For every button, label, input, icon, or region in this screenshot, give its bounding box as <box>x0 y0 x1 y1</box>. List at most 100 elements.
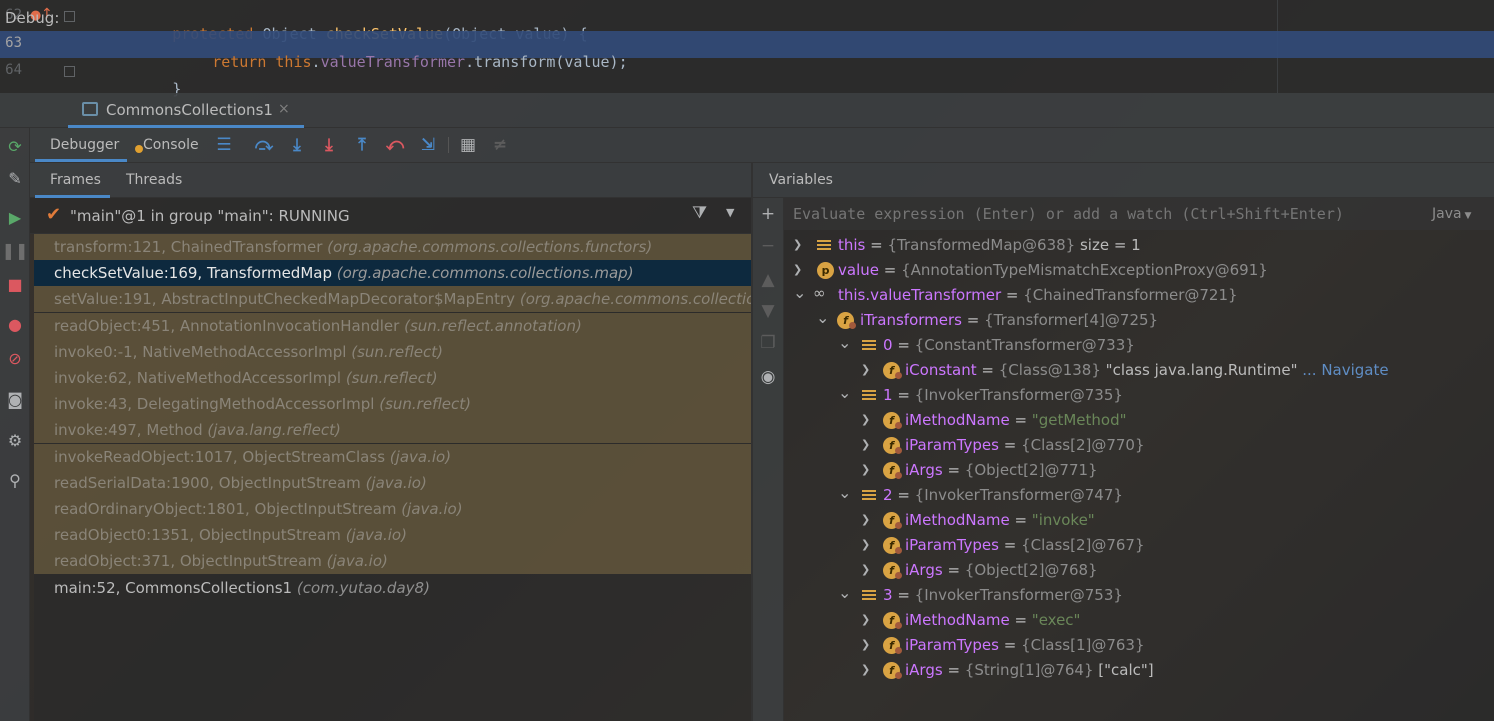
variable-text: iMethodName = "getMethod" <box>905 408 1126 433</box>
move-up-icon[interactable]: ▲ <box>758 270 778 290</box>
collapse-chevron-icon[interactable]: ⌄ <box>793 283 806 302</box>
frame-row[interactable]: setValue:191, AbstractInputCheckedMapDec… <box>34 286 751 312</box>
array-icon <box>817 238 831 252</box>
frame-row[interactable]: invoke:43, DelegatingMethodAccessorImpl … <box>34 391 751 417</box>
frame-row[interactable]: readOrdinaryObject:1801, ObjectInputStre… <box>34 496 751 522</box>
session-tab-label[interactable]: CommonsCollections1 <box>106 101 273 119</box>
variable-type: {String[1]@764} <box>964 661 1094 679</box>
variable-text: 2 = {InvokerTransformer@747} <box>883 483 1123 508</box>
gear-icon[interactable]: ⚙ <box>5 430 25 450</box>
step-out-icon[interactable]: ⤒ <box>351 134 373 156</box>
chevron-down-icon: ▼ <box>1461 211 1472 221</box>
expand-chevron-icon[interactable]: ❯ <box>861 638 873 651</box>
frame-row[interactable]: invoke0:-1, NativeMethodAccessorImpl (su… <box>34 339 751 365</box>
tab-frames[interactable]: Frames <box>50 172 101 188</box>
drop-frame-icon[interactable]: ⤺ <box>384 134 406 156</box>
frame-method: readObject:451, AnnotationInvocationHand… <box>54 317 400 335</box>
stop-icon[interactable]: ■ <box>5 274 25 294</box>
frame-row[interactable]: main:52, CommonsCollections1 (com.yutao.… <box>34 575 751 601</box>
variables-title: Variables <box>769 172 833 188</box>
variable-name: iMethodName <box>905 411 1010 429</box>
equals-sign: = <box>998 536 1022 554</box>
fold-icon[interactable] <box>64 11 75 22</box>
frame-row[interactable]: invoke:497, Method (java.lang.reflect) <box>34 417 751 443</box>
collapse-chevron-icon[interactable]: ⌄ <box>816 308 829 327</box>
camera-icon[interactable]: ◙ <box>5 389 25 409</box>
rerun-icon[interactable]: ⟳ <box>5 136 25 156</box>
frame-row[interactable]: readObject:371, ObjectInputStream (java.… <box>34 548 751 574</box>
code-line-62[interactable]: 62 ● ↑ protected Object checkSetValue(Ob… <box>0 3 1494 43</box>
frame-row[interactable]: invokeReadObject:1017, ObjectStreamClass… <box>34 444 751 470</box>
variable-name: 0 <box>883 336 893 354</box>
array-icon <box>862 488 876 502</box>
variable-name: 2 <box>883 486 893 504</box>
variable-type: {Class[2]@770} <box>1021 436 1145 454</box>
view-breakpoints-icon[interactable]: ● <box>5 314 25 334</box>
show-execution-point-icon[interactable]: ☰ <box>213 134 235 156</box>
pause-icon[interactable]: ❚❚ <box>2 240 29 260</box>
frame-row[interactable]: invoke:62, NativeMethodAccessorImpl (sun… <box>34 365 751 391</box>
frame-row[interactable]: readSerialData:1900, ObjectInputStream (… <box>34 470 751 496</box>
collapse-chevron-icon[interactable]: ⌄ <box>838 333 851 352</box>
evaluate-expression-icon[interactable]: ▦ <box>457 134 479 156</box>
run-to-cursor-icon[interactable]: ⇲ <box>417 134 439 156</box>
eye-icon[interactable]: ◉ <box>758 367 778 387</box>
variable-name: iTransformers <box>860 311 962 329</box>
add-watch-icon[interactable]: + <box>758 204 778 224</box>
variable-text: iParamTypes = {Class[1]@763} <box>905 633 1145 658</box>
expand-chevron-icon[interactable]: ❯ <box>861 613 873 626</box>
chevron-down-icon[interactable]: ▼ <box>726 206 734 219</box>
collapse-chevron-icon[interactable]: ⌄ <box>838 583 851 602</box>
evaluate-expression-input[interactable] <box>793 205 1413 223</box>
expand-chevron-icon[interactable]: ❯ <box>861 363 873 376</box>
private-lock-icon <box>895 572 902 579</box>
collapse-chevron-icon[interactable]: ⌄ <box>838 383 851 402</box>
frame-row[interactable]: readObject0:1351, ObjectInputStream (jav… <box>34 522 751 548</box>
remove-watch-icon[interactable]: − <box>758 236 778 256</box>
thread-label[interactable]: "main"@1 in group "main": RUNNING <box>70 207 350 225</box>
copy-icon[interactable]: ❐ <box>758 333 778 353</box>
frame-method: invoke:43, DelegatingMethodAccessorImpl <box>54 395 375 413</box>
frame-row[interactable]: transform:121, ChainedTransformer (org.a… <box>34 234 751 260</box>
pin-icon[interactable]: ⚲ <box>5 470 25 490</box>
tab-threads[interactable]: Threads <box>126 172 182 188</box>
code-line-63[interactable]: 63 return this.valueTransformer.transfor… <box>0 31 1494 71</box>
variable-type: {ChainedTransformer@721} <box>1023 286 1238 304</box>
collapse-chevron-icon[interactable]: ⌄ <box>838 483 851 502</box>
frame-package: (java.io) <box>389 448 452 466</box>
filter-icon[interactable]: ⧩ <box>692 203 707 223</box>
variable-type: {Transformer[4]@725} <box>984 311 1159 329</box>
expand-chevron-icon[interactable]: ❯ <box>861 663 873 676</box>
close-icon[interactable]: × <box>278 101 290 117</box>
code-editor[interactable]: 62 ● ↑ protected Object checkSetValue(Ob… <box>0 0 1494 98</box>
tab-debugger[interactable]: Debugger <box>50 137 119 153</box>
expand-chevron-icon[interactable]: ❯ <box>861 463 873 476</box>
force-step-into-icon[interactable]: ⤓ <box>318 134 340 156</box>
resume-icon[interactable]: ▶ <box>5 207 25 227</box>
step-into-icon[interactable]: ⤓ <box>286 134 308 156</box>
equals-sign: = <box>942 661 965 679</box>
expand-chevron-icon[interactable]: ❯ <box>861 563 873 576</box>
expand-chevron-icon[interactable]: ❯ <box>861 438 873 451</box>
move-down-icon[interactable]: ▼ <box>758 301 778 321</box>
expand-chevron-icon[interactable]: ❯ <box>793 263 805 276</box>
navigate-link[interactable]: ... Navigate <box>1297 361 1388 379</box>
mute-breakpoints-icon[interactable]: ⊘ <box>5 348 25 368</box>
expand-chevron-icon[interactable]: ❯ <box>861 413 873 426</box>
language-dropdown[interactable]: Java ▼ <box>1432 206 1471 222</box>
wrench-icon[interactable]: ✎ <box>5 168 25 188</box>
trace-icon[interactable]: ≠ <box>489 134 511 156</box>
frame-method: invoke:497, Method <box>54 421 203 439</box>
expand-chevron-icon[interactable]: ❯ <box>793 238 805 251</box>
code-line-64[interactable]: 64 } <box>0 58 1494 98</box>
variable-text: iConstant = {Class@138} "class java.lang… <box>905 358 1389 383</box>
tab-console[interactable]: Console <box>143 137 199 153</box>
frame-method: checkSetValue:169, TransformedMap <box>54 264 332 282</box>
step-over-icon[interactable]: ⤼ <box>253 134 275 156</box>
expand-chevron-icon[interactable]: ❯ <box>861 513 873 526</box>
variable-name: iArgs <box>905 461 943 479</box>
fold-icon[interactable] <box>64 66 75 77</box>
expand-chevron-icon[interactable]: ❯ <box>861 538 873 551</box>
frame-row[interactable]: checkSetValue:169, TransformedMap (org.a… <box>34 260 751 286</box>
frame-row[interactable]: readObject:451, AnnotationInvocationHand… <box>34 313 751 339</box>
